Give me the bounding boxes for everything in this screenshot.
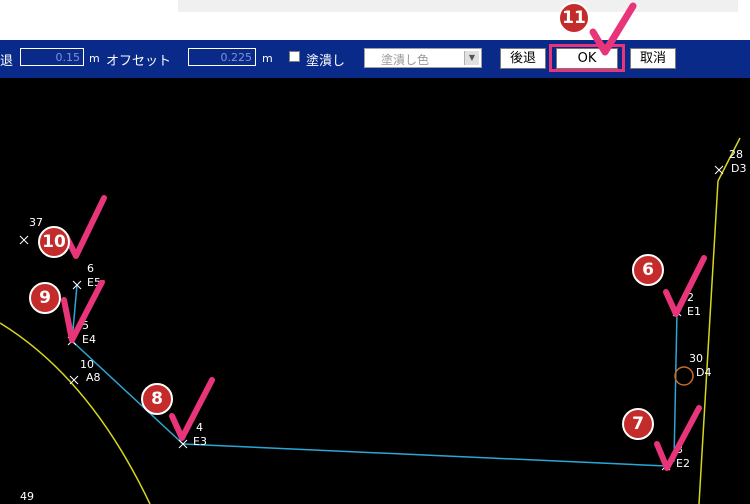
step-badge-11: 11	[558, 2, 590, 34]
check-icon-8	[169, 377, 215, 441]
back-button[interactable]: 後退	[500, 48, 546, 69]
step-badge-6: 6	[632, 254, 664, 286]
check-icon-11	[589, 2, 637, 56]
point-code-d3: D3	[731, 162, 747, 175]
fill-color-select[interactable]: 塗潰し色 ▼	[364, 48, 482, 68]
point-num-6: 6	[87, 262, 94, 275]
point-num-37: 37	[29, 216, 43, 229]
chevron-down-icon[interactable]: ▼	[464, 51, 479, 65]
point-num-30: 30	[689, 352, 703, 365]
point-circle	[674, 366, 694, 386]
fill-label: 塗潰し	[306, 54, 346, 69]
offset-input[interactable]: 0.225	[188, 48, 256, 66]
check-icon-10	[63, 195, 107, 259]
check-icon-9	[61, 280, 105, 343]
fill-checkbox[interactable]	[289, 51, 300, 62]
width-unit: m	[89, 52, 100, 65]
cut-label: 退	[0, 54, 14, 69]
point-marker-37	[19, 235, 29, 245]
point-code-d4: D4	[696, 366, 712, 379]
step-badge-9: 9	[29, 282, 61, 314]
point-marker-28	[714, 165, 724, 175]
point-markers	[19, 165, 724, 471]
point-num-28: 28	[729, 148, 743, 161]
step-badge-10: 10	[38, 226, 70, 258]
cut-polyline	[71, 284, 678, 467]
step-badge-7: 7	[622, 408, 654, 440]
step-badge-8: 8	[141, 383, 173, 415]
point-num-10: 10	[80, 358, 94, 371]
check-icon-6	[663, 255, 707, 317]
boundary-curve-left	[0, 322, 151, 504]
drawing-canvas[interactable]: 37 6 E5 5 E4 10 A8 4 E3 3 E2 2 E1 30 D4 …	[0, 78, 750, 504]
point-marker-10	[69, 375, 79, 385]
offset-unit: m	[262, 52, 273, 65]
grey-panel	[178, 0, 738, 12]
fill-color-select-label: 塗潰し色	[381, 53, 430, 67]
canvas-drawing	[0, 137, 741, 504]
point-num-49: 49	[20, 490, 34, 503]
point-code-a8: A8	[86, 371, 101, 384]
offset-label: オフセット	[106, 54, 172, 69]
check-icon-7	[654, 405, 702, 471]
width-input[interactable]: 0.15	[20, 48, 84, 66]
